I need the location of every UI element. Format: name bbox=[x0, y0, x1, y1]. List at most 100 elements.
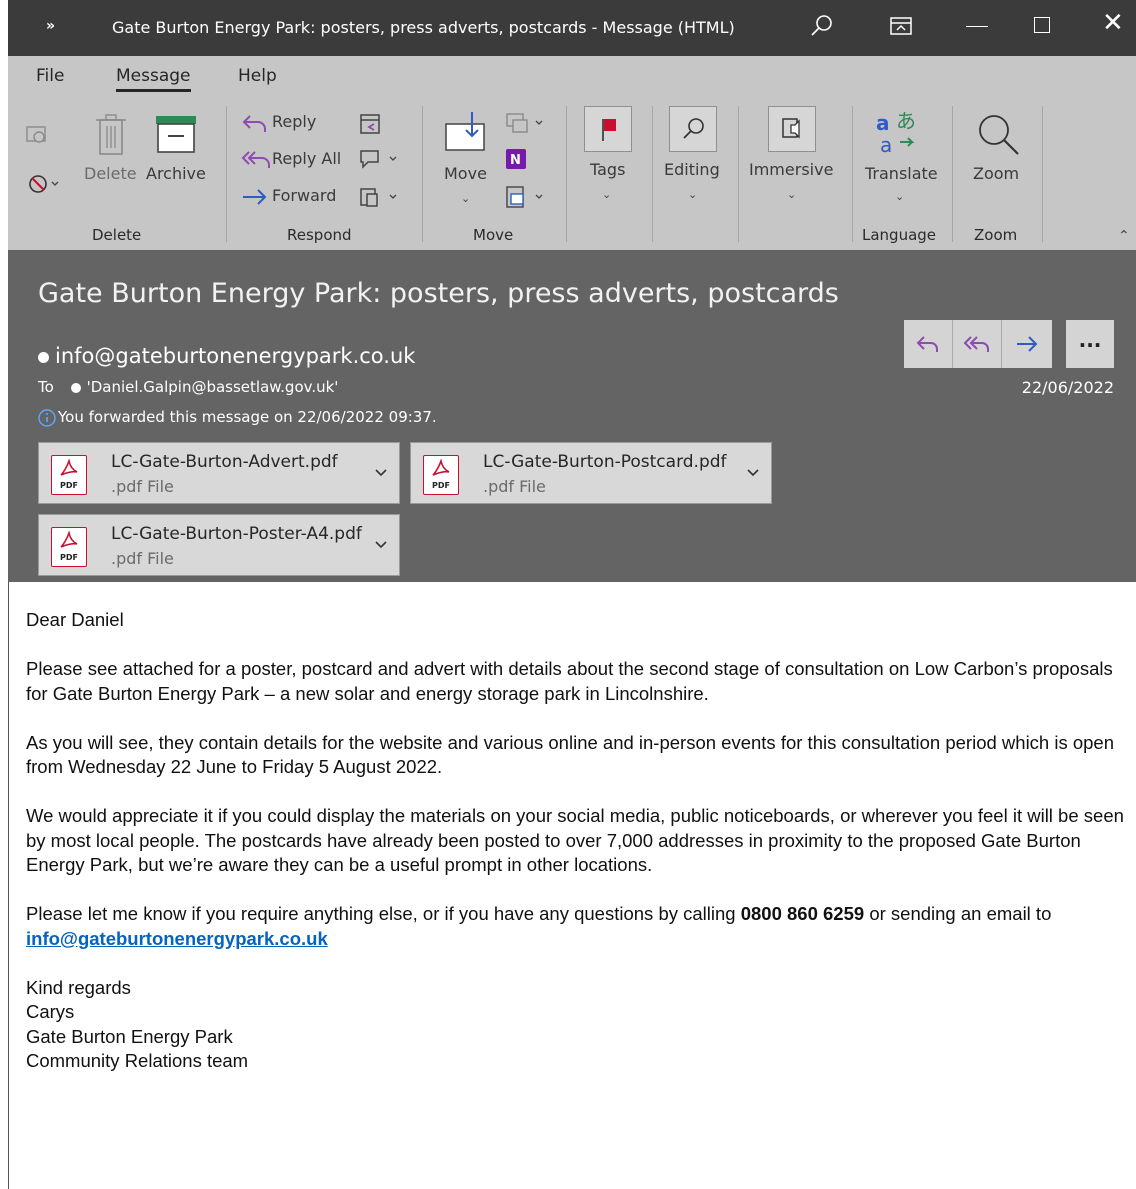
ribbon-separator bbox=[1042, 106, 1043, 242]
tab-help[interactable]: Help bbox=[238, 66, 277, 86]
acrobat-icon bbox=[432, 459, 450, 476]
body-paragraph: As you will see, they contain details fo… bbox=[26, 731, 1115, 778]
ignore-icon[interactable] bbox=[24, 122, 50, 146]
tab-file[interactable]: File bbox=[36, 66, 64, 86]
attachment[interactable]: PDF LC-Gate-Burton-Poster-A4.pdf .pdf Fi… bbox=[38, 514, 400, 576]
reply-button[interactable]: Reply bbox=[272, 112, 316, 131]
onenote-icon[interactable]: N bbox=[504, 146, 530, 172]
presence-icon bbox=[70, 382, 81, 393]
attachment[interactable]: PDF LC-Gate-Burton-Advert.pdf .pdf File bbox=[38, 442, 400, 504]
close-button[interactable]: ✕ bbox=[1102, 8, 1124, 38]
zoom-group-label: Zoom bbox=[974, 226, 1018, 244]
quick-reply-button[interactable] bbox=[904, 320, 953, 368]
ribbon-separator bbox=[652, 106, 653, 242]
ribbon-display-options-icon[interactable] bbox=[888, 14, 914, 38]
respond-group-label: Respond bbox=[287, 226, 352, 244]
im-reply-icon[interactable] bbox=[358, 146, 402, 172]
immersive-button[interactable] bbox=[768, 106, 816, 152]
collapse-ribbon-icon[interactable]: ⌄ bbox=[1118, 226, 1130, 242]
actions-icon[interactable] bbox=[504, 184, 548, 210]
reply-all-icon bbox=[963, 336, 989, 352]
delete-group-label: Delete bbox=[92, 226, 142, 244]
minimize-button[interactable] bbox=[966, 26, 988, 27]
contact-text: Please let me know if you require anythi… bbox=[26, 903, 741, 924]
immersive-reader-icon bbox=[782, 118, 800, 139]
acrobat-icon bbox=[60, 459, 78, 476]
to-label: To bbox=[38, 378, 54, 396]
chevron-down-icon[interactable] bbox=[373, 465, 389, 481]
svg-text:a: a bbox=[876, 111, 890, 135]
contact-text: or sending an email to bbox=[864, 903, 1052, 924]
attachment-type: .pdf File bbox=[483, 477, 546, 496]
svg-text:a: a bbox=[880, 133, 892, 156]
translate-button[interactable]: Translate bbox=[865, 164, 938, 183]
sender[interactable]: info@gateburtonenergypark.co.uk bbox=[38, 344, 415, 368]
ribbon-separator bbox=[226, 106, 227, 242]
presence-icon bbox=[38, 351, 49, 363]
signature: Kind regards Carys Gate Burton Energy Pa… bbox=[26, 976, 1126, 1074]
editing-button[interactable] bbox=[669, 106, 717, 152]
archive-button[interactable]: Archive bbox=[146, 164, 206, 183]
move-dropdown-icon[interactable]: ⌄ bbox=[461, 192, 470, 205]
ribbon: File Message Help Delete Archive Delete … bbox=[8, 56, 1136, 250]
quick-reply-all-button[interactable] bbox=[953, 320, 1002, 368]
translate-dropdown-icon[interactable]: ⌄ bbox=[895, 190, 904, 203]
svg-text:あ: あ bbox=[896, 109, 916, 133]
attachment-name: LC-Gate-Burton-Poster-A4.pdf bbox=[111, 524, 362, 544]
attachment-type: .pdf File bbox=[111, 549, 174, 568]
signature-org: Gate Burton Energy Park bbox=[26, 1025, 233, 1047]
pdf-icon: PDF bbox=[423, 455, 459, 495]
meeting-reply-icon[interactable] bbox=[358, 110, 384, 136]
acrobat-icon bbox=[60, 531, 78, 548]
message-header: Gate Burton Energy Park: posters, press … bbox=[8, 250, 1136, 582]
email-link[interactable]: info@gateburtonenergypark.co.uk bbox=[26, 928, 328, 949]
pdf-icon: PDF bbox=[51, 455, 87, 495]
reply-icon bbox=[916, 336, 938, 352]
svg-text:N: N bbox=[510, 153, 521, 168]
forward-icon bbox=[243, 189, 267, 205]
junk-icon[interactable] bbox=[26, 170, 62, 198]
tab-message[interactable]: Message bbox=[116, 66, 191, 92]
reply-all-button[interactable]: Reply All bbox=[272, 149, 341, 168]
more-actions-button[interactable]: ... bbox=[1066, 320, 1114, 368]
tags-button[interactable] bbox=[584, 106, 632, 152]
delete-icon bbox=[96, 114, 126, 155]
archive-icon bbox=[156, 116, 196, 153]
tags-dropdown-icon[interactable]: ⌄ bbox=[602, 188, 611, 201]
language-group-label: Language bbox=[862, 226, 937, 244]
chevron-down-icon[interactable] bbox=[745, 465, 761, 481]
move-icon bbox=[445, 112, 485, 151]
maximize-button[interactable] bbox=[1034, 17, 1050, 33]
chevron-down-icon[interactable] bbox=[373, 537, 389, 553]
ribbon-separator bbox=[422, 106, 423, 242]
reply-icon bbox=[242, 115, 266, 132]
move-group-label: Move bbox=[473, 226, 514, 244]
signature-name: Carys bbox=[26, 1001, 75, 1022]
immersive-dropdown-icon[interactable]: ⌄ bbox=[787, 188, 796, 201]
editing-label[interactable]: Editing bbox=[664, 160, 720, 179]
search-icon[interactable] bbox=[808, 12, 836, 40]
message-date: 22/06/2022 bbox=[1021, 378, 1114, 397]
attachment[interactable]: PDF LC-Gate-Burton-Postcard.pdf .pdf Fil… bbox=[410, 442, 772, 504]
forwarded-text: You forwarded this message on 22/06/2022… bbox=[58, 408, 437, 426]
editing-dropdown-icon[interactable]: ⌄ bbox=[688, 188, 697, 201]
delete-button[interactable]: Delete bbox=[84, 164, 137, 183]
phone-number: 0800 860 6259 bbox=[740, 903, 865, 924]
tags-label[interactable]: Tags bbox=[590, 160, 625, 179]
ribbon-separator bbox=[852, 106, 853, 242]
move-button[interactable]: Move bbox=[444, 164, 487, 183]
recipient[interactable]: 'Daniel.Galpin@bassetlaw.gov.uk' bbox=[70, 378, 338, 396]
more-respond-icon[interactable] bbox=[358, 184, 402, 210]
immersive-label[interactable]: Immersive bbox=[749, 160, 833, 179]
signature-team: Community Relations team bbox=[26, 1050, 249, 1071]
message-body: Dear Daniel Please see attached for a po… bbox=[8, 582, 1136, 1189]
reply-all-icon bbox=[241, 151, 270, 168]
quick-forward-button[interactable] bbox=[1002, 320, 1051, 368]
title-bar: » Gate Burton Energy Park: posters, pres… bbox=[8, 0, 1136, 56]
expand-quick-access-button[interactable]: » bbox=[46, 18, 55, 34]
rules-icon[interactable] bbox=[504, 110, 548, 136]
pdf-icon-label: PDF bbox=[432, 481, 450, 490]
forward-button[interactable]: Forward bbox=[272, 186, 336, 205]
translate-icon: a あ a bbox=[876, 109, 916, 156]
zoom-button[interactable]: Zoom bbox=[973, 164, 1019, 183]
